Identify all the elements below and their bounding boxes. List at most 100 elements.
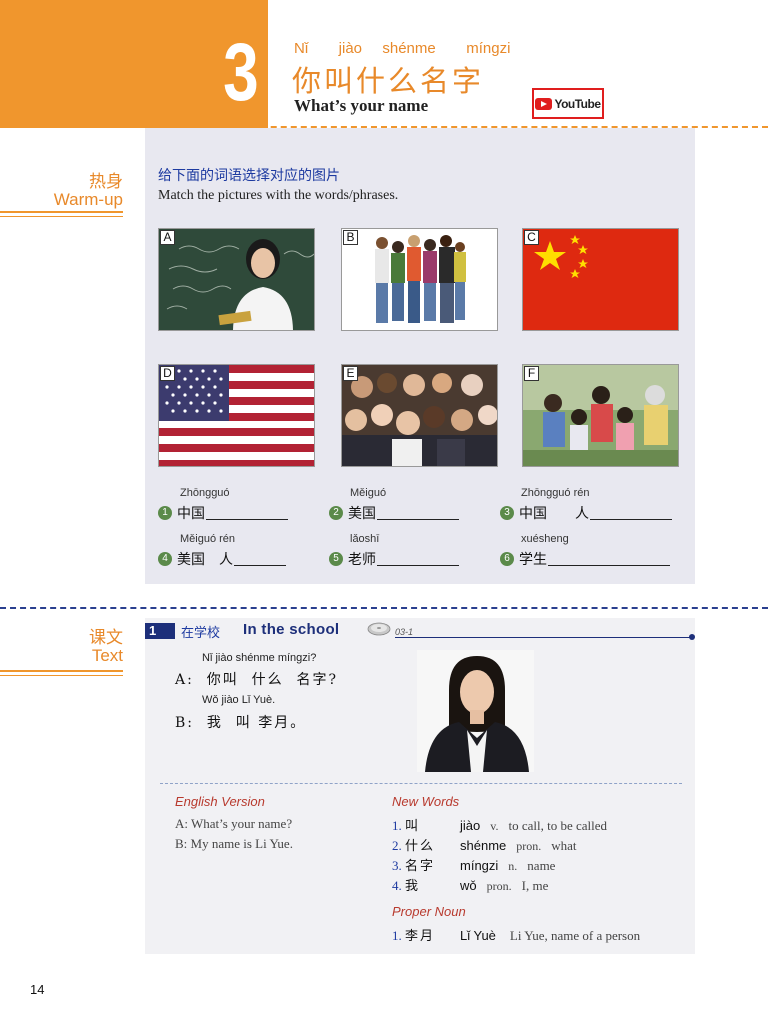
new-words-label: New Words bbox=[392, 794, 460, 809]
text-side-rule-thin bbox=[0, 675, 123, 676]
proper-noun-row: 1. 李月 Lǐ Yuè Li Yue, name of a person bbox=[392, 925, 692, 945]
new-word-row: 1. 叫 jiào v. to call, to be called bbox=[392, 815, 692, 835]
vocab-pinyin: lǎoshī bbox=[350, 533, 380, 545]
vocab-pinyin: Měiguó rén bbox=[180, 533, 236, 545]
warmup-side-label-en: Warm-up bbox=[53, 190, 123, 209]
text-section-number: 1 bbox=[145, 623, 175, 639]
dialogue-pinyin-b: Wǒ jiào Lǐ Yuè. bbox=[202, 694, 276, 706]
proper-noun-definition: Li Yue, name of a person bbox=[509, 928, 641, 943]
answer-blank[interactable] bbox=[590, 506, 672, 520]
lesson-title-chinese: 你叫什么名字 bbox=[292, 64, 485, 98]
vocab-chinese: 学生 bbox=[519, 552, 547, 568]
picture-f-family: F bbox=[522, 364, 679, 467]
new-word-definition: what bbox=[551, 838, 577, 853]
lesson-title-english: What’s your name bbox=[294, 96, 429, 115]
new-word-number: 2. bbox=[392, 838, 402, 853]
new-word-chinese: 叫 bbox=[405, 819, 421, 834]
new-word-definition: to call, to be called bbox=[508, 818, 608, 833]
answer-blank[interactable] bbox=[377, 552, 459, 566]
new-word-row: 2. 什么 shénme pron. what bbox=[392, 835, 692, 855]
new-word-pinyin: míngzi bbox=[460, 858, 499, 873]
vocab-pinyin: xuésheng bbox=[521, 533, 569, 545]
photo-li-yue bbox=[417, 650, 534, 772]
audio-cd-icon[interactable] bbox=[367, 620, 391, 641]
vocab-item: 2 美国 bbox=[329, 503, 459, 523]
picture-letter: B bbox=[343, 230, 358, 245]
proper-noun-pinyin: Lǐ Yuè bbox=[460, 928, 496, 943]
dialogue-pinyin-a: Nǐ jiào shénme míngzi? bbox=[202, 652, 317, 664]
text-side-label-zh: 课文 bbox=[89, 628, 123, 648]
proper-noun-number: 1. bbox=[392, 928, 402, 943]
text-section-title-en: In the school bbox=[243, 621, 340, 638]
picture-d-usa-flag: D bbox=[158, 364, 315, 467]
new-word-pinyin: shénme bbox=[460, 838, 507, 853]
new-word-number: 4. bbox=[392, 878, 402, 893]
english-version-label: English Version bbox=[175, 794, 265, 809]
proper-noun-chinese: 李月 bbox=[405, 929, 436, 944]
text-side-label-en: Text bbox=[91, 646, 123, 665]
vocab-pinyin: Zhōngguó rén bbox=[521, 487, 590, 499]
picture-c-china-flag: C bbox=[522, 228, 679, 331]
vocab-item: 1 中国 bbox=[158, 503, 288, 523]
section-header-rule-end bbox=[689, 634, 695, 640]
vocab-chinese: 中国 人 bbox=[519, 506, 589, 522]
picture-letter: D bbox=[160, 366, 175, 381]
answer-blank[interactable] bbox=[234, 552, 286, 566]
youtube-link-button[interactable]: YouTube bbox=[532, 88, 604, 119]
vocab-item: 3 中国 人 bbox=[500, 503, 672, 523]
picture-letter: F bbox=[524, 366, 539, 381]
vocab-number: 2 bbox=[329, 506, 343, 520]
new-word-row: 4. 我 wǒ pron. I, me bbox=[392, 875, 692, 895]
new-word-pos: n. bbox=[508, 859, 518, 873]
english-line-b: B: My name is Li Yue. bbox=[175, 836, 293, 851]
audio-track-number: 03-1 bbox=[395, 627, 414, 637]
section-header-rule bbox=[395, 637, 693, 638]
vocab-number: 1 bbox=[158, 506, 172, 520]
text-inner-divider bbox=[160, 783, 682, 784]
new-word-chinese: 我 bbox=[405, 879, 421, 894]
picture-letter: E bbox=[343, 366, 358, 381]
vocab-number: 6 bbox=[500, 552, 514, 566]
new-word-pos: pron. bbox=[516, 839, 542, 853]
answer-blank[interactable] bbox=[206, 506, 288, 520]
new-word-definition: name bbox=[527, 858, 556, 873]
new-word-pinyin: jiào bbox=[460, 818, 481, 833]
proper-noun-label: Proper Noun bbox=[392, 904, 466, 919]
lesson-title-pinyin: Nǐ jiào shénme míngzi bbox=[294, 40, 511, 57]
answer-blank[interactable] bbox=[548, 552, 670, 566]
vocab-chinese: 老师 bbox=[348, 552, 376, 568]
vocab-pinyin: Měiguó bbox=[350, 487, 387, 499]
youtube-play-icon bbox=[535, 97, 553, 110]
text-section-title-zh: 在学校 bbox=[181, 626, 221, 641]
picture-a-teacher: A bbox=[158, 228, 315, 331]
vocab-item: 6 学生 bbox=[500, 549, 670, 569]
picture-b-students: B bbox=[341, 228, 498, 331]
new-word-number: 1. bbox=[392, 818, 402, 833]
vocab-pinyin: Zhōngguó bbox=[180, 487, 230, 499]
dialogue-line-b: B: 我 叫 李月。 bbox=[175, 715, 307, 731]
new-word-chinese: 名字 bbox=[405, 859, 436, 874]
new-word-pos: v. bbox=[490, 819, 499, 833]
english-line-a: A: What’s your name? bbox=[175, 816, 293, 831]
vocab-item: 4 美国 人 bbox=[158, 549, 286, 569]
warmup-side-rule-thin bbox=[0, 216, 123, 217]
new-word-chinese: 什么 bbox=[405, 839, 436, 854]
warmup-side-label-zh: 热身 bbox=[89, 172, 123, 192]
section-divider bbox=[0, 607, 768, 609]
lesson-number: 3 bbox=[223, 27, 259, 118]
warmup-instruction-en: Match the pictures with the words/phrase… bbox=[158, 188, 399, 203]
youtube-label: YouTube bbox=[554, 96, 601, 111]
new-word-pos: pron. bbox=[486, 879, 512, 893]
new-word-number: 3. bbox=[392, 858, 402, 873]
text-side-rule bbox=[0, 670, 123, 672]
new-word-row: 3. 名字 míngzi n. name bbox=[392, 855, 692, 875]
new-word-pinyin: wǒ bbox=[460, 878, 477, 893]
warmup-side-rule bbox=[0, 211, 123, 213]
vocab-number: 4 bbox=[158, 552, 172, 566]
new-words-list: 1. 叫 jiào v. to call, to be called 2. 什么… bbox=[392, 815, 692, 895]
new-word-definition: I, me bbox=[521, 878, 549, 893]
answer-blank[interactable] bbox=[377, 506, 459, 520]
page-number: 14 bbox=[30, 982, 45, 997]
vocab-chinese: 美国 人 bbox=[177, 552, 233, 568]
vocab-number: 3 bbox=[500, 506, 514, 520]
